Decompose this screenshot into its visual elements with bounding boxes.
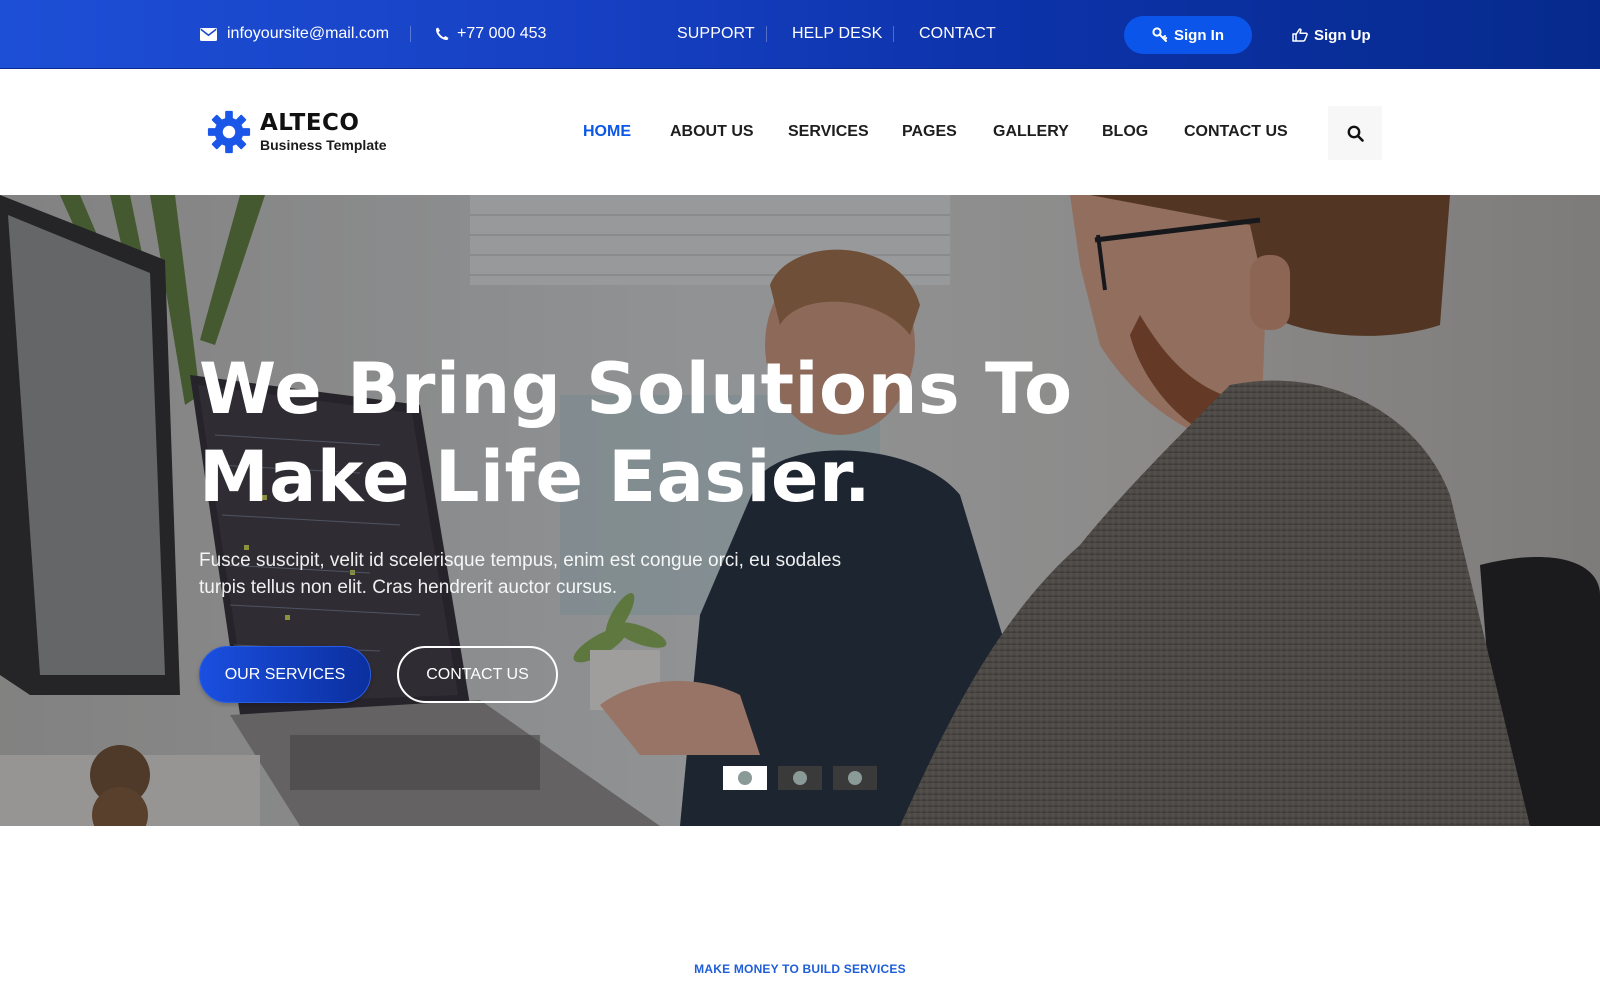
- our-services-button[interactable]: OUR SERVICES: [199, 646, 371, 703]
- nav-about-us[interactable]: ABOUT US: [670, 69, 754, 195]
- contact-phone[interactable]: +77 000 453: [433, 0, 546, 68]
- top-bar: infoyoursite@mail.com +77 000 453 SUPPOR…: [0, 0, 1600, 69]
- nav-gallery[interactable]: GALLERY: [993, 69, 1069, 195]
- nav-blog[interactable]: BLOG: [1102, 69, 1148, 195]
- top-link-help-desk[interactable]: HELP DESK: [792, 0, 882, 68]
- hero-title-line-2: Make Life Easier.: [199, 436, 872, 518]
- hero-slider: We Bring Solutions To Make Life Easier. …: [0, 195, 1600, 826]
- divider: [766, 26, 767, 42]
- logo[interactable]: ALTECO Business Template: [206, 109, 387, 155]
- divider: [893, 26, 894, 42]
- top-link-contact[interactable]: CONTACT: [919, 0, 996, 68]
- contact-email[interactable]: infoyoursite@mail.com: [199, 0, 389, 68]
- envelope-icon: [199, 25, 217, 43]
- sign-in-button[interactable]: Sign In: [1124, 16, 1252, 54]
- phone-text: +77 000 453: [457, 25, 547, 42]
- hero-subtitle: Fusce suscipit, velit id scelerisque tem…: [199, 550, 842, 598]
- section-kicker: MAKE MONEY TO BUILD SERVICES: [694, 962, 906, 976]
- gear-icon: [207, 110, 251, 154]
- slider-pagination: [723, 766, 877, 790]
- slide-dot-2[interactable]: [778, 766, 822, 790]
- phone-icon: [433, 25, 451, 43]
- nav-pages[interactable]: PAGES: [902, 69, 957, 195]
- logo-name: ALTECO: [260, 110, 360, 136]
- hero-title-line-1: We Bring Solutions To: [199, 348, 1073, 430]
- sign-in-label: Sign In: [1174, 26, 1224, 44]
- nav-services[interactable]: SERVICES: [788, 69, 869, 195]
- slide-dot-3[interactable]: [833, 766, 877, 790]
- top-link-support[interactable]: SUPPORT: [677, 0, 755, 68]
- hero-title: We Bring Solutions To Make Life Easier.: [199, 345, 1099, 521]
- nav-home[interactable]: HOME: [583, 69, 631, 195]
- divider: [410, 26, 411, 42]
- sign-up-label: Sign Up: [1314, 26, 1371, 44]
- key-icon: [1152, 27, 1168, 43]
- main-header: ALTECO Business Template HOME ABOUT US S…: [0, 69, 1600, 195]
- sign-up-button[interactable]: Sign Up: [1292, 16, 1371, 54]
- nav-contact-us[interactable]: CONTACT US: [1184, 69, 1288, 195]
- slide-dot-1[interactable]: [723, 766, 767, 790]
- logo-tagline: Business Template: [260, 137, 387, 153]
- search-icon: [1347, 125, 1364, 142]
- thumbs-up-icon: [1292, 28, 1308, 42]
- contact-us-button[interactable]: CONTACT US: [397, 646, 558, 703]
- email-text: infoyoursite@mail.com: [227, 25, 390, 42]
- search-button[interactable]: [1328, 106, 1382, 160]
